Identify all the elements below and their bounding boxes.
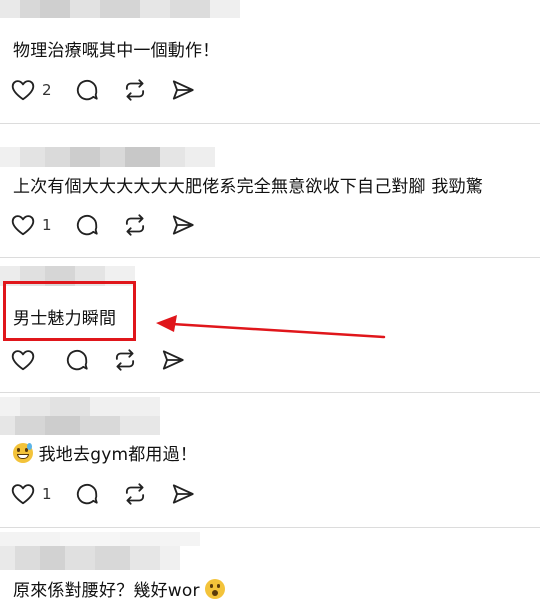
- post-actions: 2: [10, 75, 218, 105]
- like-count: 1: [42, 216, 52, 234]
- comment-icon: [66, 349, 88, 371]
- share-button[interactable]: [160, 347, 186, 373]
- comment-button[interactable]: [64, 347, 90, 373]
- heart-icon: [11, 215, 35, 236]
- share-button[interactable]: [170, 77, 196, 103]
- repost-button[interactable]: [122, 77, 148, 103]
- share-button[interactable]: [170, 481, 196, 507]
- like-count: 1: [42, 485, 52, 503]
- repost-icon: [115, 349, 135, 371]
- divider: [0, 257, 540, 258]
- blurred-username: [0, 147, 215, 167]
- comment-icon: [76, 483, 98, 505]
- repost-icon: [125, 214, 144, 236]
- blurred-username: [0, 397, 160, 435]
- comment-icon: [76, 214, 98, 236]
- comment-button[interactable]: [74, 212, 100, 238]
- repost-icon: [125, 483, 144, 505]
- comment-button[interactable]: [74, 481, 100, 507]
- grinning-sweat-emoji: [13, 443, 33, 463]
- like-button[interactable]: 1: [10, 212, 52, 238]
- post-actions: 1: [10, 210, 218, 240]
- post-text: 原來係對腰好？幾好wor: [13, 576, 226, 601]
- divider: [0, 123, 540, 124]
- post-text: 物理治療嘅其中一個動作！: [13, 41, 220, 61]
- annotation-arrow-icon: [156, 315, 386, 339]
- post-text: 男士魅力瞬間: [13, 309, 117, 329]
- share-icon: [172, 215, 194, 235]
- comment-icon: [76, 79, 98, 101]
- repost-button[interactable]: [122, 212, 148, 238]
- divider: [0, 527, 540, 528]
- like-button[interactable]: 2: [10, 77, 52, 103]
- like-button[interactable]: 1: [10, 481, 52, 507]
- heart-icon: [11, 350, 35, 371]
- like-count: 2: [42, 81, 52, 99]
- share-button[interactable]: [170, 212, 196, 238]
- post-actions: 1: [10, 479, 218, 509]
- post-text-content: 我地去gym都用過！: [38, 445, 198, 465]
- share-icon: [172, 484, 194, 504]
- heart-icon: [11, 80, 35, 101]
- like-button[interactable]: [10, 347, 42, 373]
- heart-icon: [11, 484, 35, 505]
- post-text-content: 原來係對腰好？幾好wor: [13, 581, 200, 601]
- share-icon: [172, 80, 194, 100]
- blurred-username: [0, 0, 240, 18]
- divider: [0, 392, 540, 393]
- hushed-face-emoji: [205, 579, 226, 599]
- post-text: 我地去gym都用過！: [13, 440, 197, 465]
- blurred-username: [0, 532, 200, 570]
- repost-button[interactable]: [122, 481, 148, 507]
- comment-button[interactable]: [74, 77, 100, 103]
- repost-button[interactable]: [112, 347, 138, 373]
- post-actions: [10, 345, 208, 375]
- share-icon: [162, 350, 184, 370]
- repost-icon: [125, 79, 144, 101]
- post-text: 上次有個大大大大大大肥佬系完全無意欲收下自己對腳 我勁驚: [13, 177, 484, 197]
